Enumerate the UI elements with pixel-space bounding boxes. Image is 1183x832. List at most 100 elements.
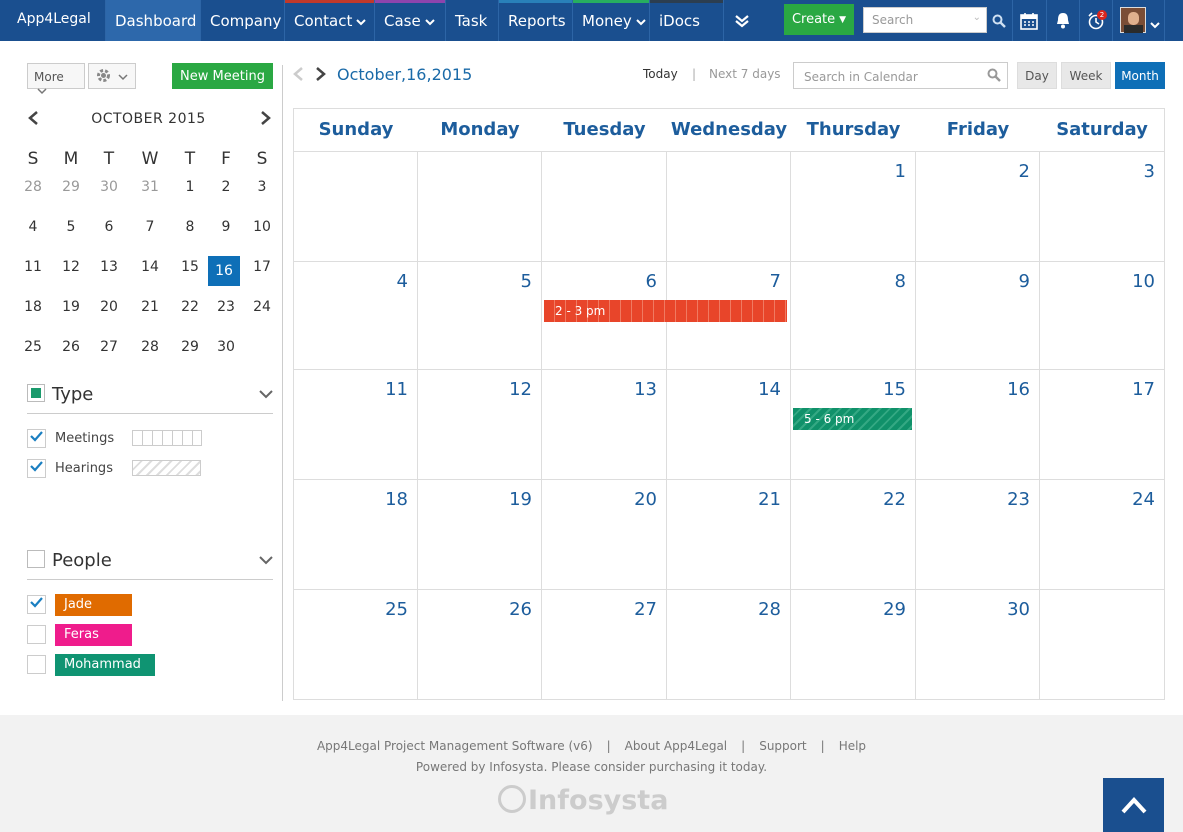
type-checkbox-meetings[interactable] bbox=[27, 429, 46, 448]
calendar-day-cell[interactable] bbox=[294, 152, 418, 262]
mini-calendar-day[interactable]: 19 bbox=[55, 292, 87, 322]
global-search-input[interactable]: Search ⌄ bbox=[863, 7, 987, 33]
mini-calendar-day[interactable]: 31 bbox=[134, 172, 166, 202]
mini-calendar-next-icon[interactable] bbox=[260, 107, 272, 131]
calendar-day-cell[interactable] bbox=[542, 152, 667, 262]
mini-calendar-day[interactable]: 4 bbox=[17, 212, 49, 242]
search-icon[interactable] bbox=[987, 68, 1001, 85]
calendar-day-cell[interactable]: 17 bbox=[1040, 370, 1164, 480]
calendar-day-cell[interactable]: 2 bbox=[916, 152, 1040, 262]
mini-calendar-day[interactable]: 9 bbox=[210, 212, 242, 242]
bell-icon[interactable] bbox=[1046, 0, 1079, 41]
calendar-day-cell[interactable]: 5 bbox=[418, 262, 542, 370]
more-button[interactable]: More bbox=[27, 63, 85, 95]
chevron-down-icon[interactable] bbox=[258, 387, 274, 403]
mini-calendar-day[interactable]: 12 bbox=[55, 252, 87, 282]
footer-link[interactable]: Help bbox=[839, 739, 866, 753]
mini-calendar-selected-day[interactable]: 16 bbox=[208, 256, 240, 286]
chevron-down-icon[interactable] bbox=[258, 553, 274, 569]
calendar-day-cell[interactable]: 24 bbox=[1040, 480, 1164, 590]
mini-calendar-day[interactable]: 15 bbox=[174, 252, 206, 282]
chevron-down-icon[interactable]: ⌄ bbox=[973, 12, 981, 23]
nav-item-idocs[interactable]: iDocs bbox=[649, 0, 723, 41]
chevron-down-icon[interactable] bbox=[1150, 14, 1160, 33]
day-view-button[interactable]: Day bbox=[1017, 62, 1057, 89]
next-7-days-link[interactable]: Next 7 days bbox=[709, 67, 781, 81]
nav-item-reports[interactable]: Reports bbox=[498, 0, 572, 41]
search-icon[interactable] bbox=[988, 0, 1010, 41]
calendar-day-cell[interactable]: 9 bbox=[916, 262, 1040, 370]
calendar-day-cell[interactable] bbox=[1040, 590, 1164, 700]
mini-calendar-day[interactable]: 25 bbox=[17, 332, 49, 362]
calendar-day-cell[interactable]: 4 bbox=[294, 262, 418, 370]
calendar-day-cell[interactable]: 16 bbox=[916, 370, 1040, 480]
mini-calendar-day[interactable]: 17 bbox=[246, 252, 278, 282]
brand-logo[interactable]: App4Legal bbox=[0, 0, 105, 41]
scroll-to-top-button[interactable] bbox=[1103, 778, 1164, 832]
mini-calendar-day[interactable]: 11 bbox=[17, 252, 49, 282]
calendar-day-cell[interactable]: 20 bbox=[542, 480, 667, 590]
calendar-day-cell[interactable]: 19 bbox=[418, 480, 542, 590]
mini-calendar-day[interactable]: 2 bbox=[210, 172, 242, 202]
calendar-search-input[interactable]: Search in Calendar bbox=[793, 62, 1008, 89]
person-tag[interactable]: Mohammad bbox=[55, 654, 155, 676]
settings-button[interactable] bbox=[88, 63, 136, 89]
calendar-event[interactable]: 2 - 3 pm bbox=[544, 300, 787, 322]
person-tag[interactable]: Feras bbox=[55, 624, 132, 646]
reminder-alarm-icon[interactable]: 2 bbox=[1079, 0, 1112, 41]
calendar-day-cell[interactable]: 29 bbox=[791, 590, 916, 700]
person-tag[interactable]: Jade bbox=[55, 594, 132, 616]
calendar-day-cell[interactable]: 28 bbox=[667, 590, 791, 700]
nav-item-case[interactable]: Case bbox=[374, 0, 445, 41]
calendar-day-cell[interactable]: 22 bbox=[791, 480, 916, 590]
calendar-prev-icon[interactable] bbox=[292, 63, 304, 87]
mini-calendar-day[interactable]: 6 bbox=[93, 212, 125, 242]
mini-calendar-day[interactable]: 1 bbox=[174, 172, 206, 202]
calendar-day-cell[interactable]: 1 bbox=[791, 152, 916, 262]
calendar-day-cell[interactable]: 13 bbox=[542, 370, 667, 480]
mini-calendar-day[interactable]: 10 bbox=[246, 212, 278, 242]
mini-calendar-day[interactable]: 24 bbox=[246, 292, 278, 322]
mini-calendar-day[interactable]: 3 bbox=[246, 172, 278, 202]
calendar-day-cell[interactable]: 3 bbox=[1040, 152, 1164, 262]
week-view-button[interactable]: Week bbox=[1061, 62, 1111, 89]
avatar[interactable] bbox=[1120, 7, 1146, 33]
mini-calendar-day[interactable]: 21 bbox=[134, 292, 166, 322]
mini-calendar-day[interactable]: 28 bbox=[134, 332, 166, 362]
person-checkbox-mohammad[interactable] bbox=[27, 655, 46, 674]
calendar-next-icon[interactable] bbox=[315, 63, 327, 87]
mini-calendar-day[interactable]: 5 bbox=[55, 212, 87, 242]
mini-calendar-day[interactable]: 20 bbox=[93, 292, 125, 322]
person-checkbox-feras[interactable] bbox=[27, 625, 46, 644]
mini-calendar-day[interactable]: 23 bbox=[210, 292, 242, 322]
calendar-day-cell[interactable]: 12 bbox=[418, 370, 542, 480]
calendar-day-cell[interactable]: 25 bbox=[294, 590, 418, 700]
footer-link[interactable]: Support bbox=[759, 739, 806, 753]
mini-calendar-day[interactable]: 29 bbox=[174, 332, 206, 362]
calendar-day-cell[interactable]: 23 bbox=[916, 480, 1040, 590]
mini-calendar-day[interactable]: 30 bbox=[210, 332, 242, 362]
calendar-day-cell[interactable]: 14 bbox=[667, 370, 791, 480]
today-link[interactable]: Today bbox=[643, 67, 678, 81]
people-filter-header[interactable]: People bbox=[27, 550, 112, 571]
mini-calendar-day[interactable]: 29 bbox=[55, 172, 87, 202]
nav-more-button[interactable] bbox=[723, 0, 759, 41]
create-button[interactable]: Create ▼ bbox=[784, 4, 854, 35]
calendar-day-cell[interactable] bbox=[667, 152, 791, 262]
calendar-day-cell[interactable]: 18 bbox=[294, 480, 418, 590]
mini-calendar-day[interactable]: 22 bbox=[174, 292, 206, 322]
person-checkbox-jade[interactable] bbox=[27, 595, 46, 614]
nav-item-contact[interactable]: Contact bbox=[284, 0, 374, 41]
nav-item-company[interactable]: Company bbox=[200, 0, 284, 41]
mini-calendar-day[interactable]: 8 bbox=[174, 212, 206, 242]
mini-calendar-day[interactable]: 27 bbox=[93, 332, 125, 362]
calendar-day-cell[interactable]: 8 bbox=[791, 262, 916, 370]
nav-item-dashboard[interactable]: Dashboard bbox=[105, 0, 200, 41]
mini-calendar-day[interactable]: 7 bbox=[134, 212, 166, 242]
mini-calendar-day[interactable]: 13 bbox=[93, 252, 125, 282]
footer-link[interactable]: About App4Legal bbox=[625, 739, 728, 753]
nav-item-money[interactable]: Money bbox=[572, 0, 649, 41]
nav-item-task[interactable]: Task bbox=[445, 0, 498, 41]
type-checkbox-hearings[interactable] bbox=[27, 459, 46, 478]
calendar-day-cell[interactable]: 27 bbox=[542, 590, 667, 700]
